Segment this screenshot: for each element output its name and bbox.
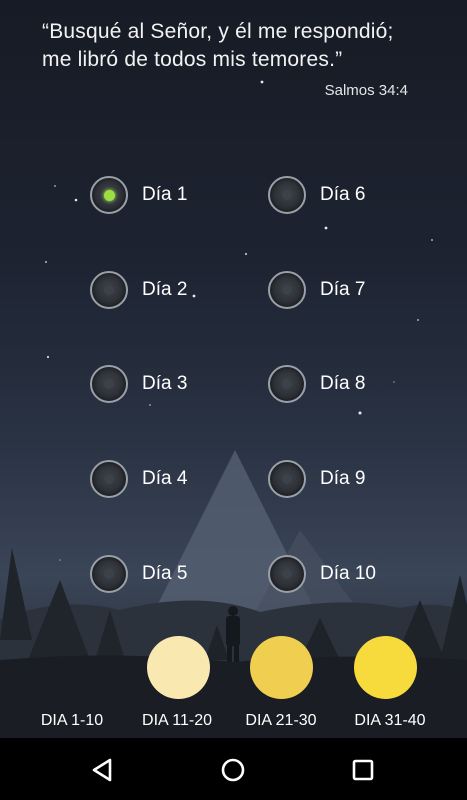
home-icon[interactable] — [216, 753, 250, 787]
radio-dot-icon — [104, 285, 114, 295]
phase-31-40-label[interactable]: DIA 31-40 — [335, 712, 445, 730]
radio-button[interactable] — [268, 176, 306, 214]
day-10-option[interactable]: Día 10 — [268, 552, 376, 596]
phase-1-10-label[interactable]: DIA 1-10 — [17, 712, 127, 730]
day-label: Día 5 — [142, 563, 188, 584]
radio-button[interactable] — [90, 176, 128, 214]
radio-button[interactable] — [90, 271, 128, 309]
radio-button[interactable] — [90, 555, 128, 593]
verse-text: “Busqué al Señor, y él me respondió; me … — [42, 18, 442, 74]
radio-button[interactable] — [268, 271, 306, 309]
radio-button[interactable] — [90, 460, 128, 498]
recents-icon[interactable] — [346, 753, 380, 787]
radio-dot-icon — [282, 474, 292, 484]
phase-11-20-label[interactable]: DIA 11-20 — [122, 712, 232, 730]
phase-31-40-button[interactable] — [354, 636, 417, 699]
day-3-option[interactable]: Día 3 — [90, 362, 187, 406]
radio-button[interactable] — [268, 365, 306, 403]
day-label: Día 10 — [320, 563, 376, 584]
day-label: Día 1 — [142, 184, 188, 205]
radio-button[interactable] — [268, 555, 306, 593]
day-5-option[interactable]: Día 5 — [90, 552, 187, 596]
day-6-option[interactable]: Día 6 — [268, 173, 365, 217]
radio-dot-icon — [104, 379, 114, 389]
day-label: Día 7 — [320, 279, 366, 300]
verse-reference: Salmos 34:4 — [324, 82, 408, 99]
day-9-option[interactable]: Día 9 — [268, 457, 365, 501]
day-2-option[interactable]: Día 2 — [90, 268, 187, 312]
day-label: Día 9 — [320, 468, 366, 489]
day-7-option[interactable]: Día 7 — [268, 268, 365, 312]
day-label: Día 6 — [320, 184, 366, 205]
app-screen: “Busqué al Señor, y él me respondió; me … — [0, 0, 467, 738]
radio-dot-icon — [282, 569, 292, 579]
day-label: Día 8 — [320, 373, 366, 394]
back-icon[interactable] — [86, 753, 120, 787]
radio-button[interactable] — [90, 365, 128, 403]
phase-11-20-button[interactable] — [147, 636, 210, 699]
radio-dot-icon — [282, 190, 292, 200]
radio-button[interactable] — [268, 460, 306, 498]
verse-line-2: me libró de todos mis temores.” — [42, 48, 343, 71]
radio-dot-icon — [104, 569, 114, 579]
day-label: Día 4 — [142, 468, 188, 489]
radio-dot-icon — [103, 189, 115, 201]
day-1-option[interactable]: Día 1 — [90, 173, 187, 217]
system-navigation-bar — [0, 738, 467, 800]
verse-line-1: “Busqué al Señor, y él me respondió; — [42, 20, 394, 43]
phase-21-30-label[interactable]: DIA 21-30 — [226, 712, 336, 730]
day-4-option[interactable]: Día 4 — [90, 457, 187, 501]
radio-dot-icon — [282, 285, 292, 295]
phase-21-30-button[interactable] — [250, 636, 313, 699]
day-label: Día 2 — [142, 279, 188, 300]
day-8-option[interactable]: Día 8 — [268, 362, 365, 406]
day-label: Día 3 — [142, 373, 188, 394]
radio-dot-icon — [282, 379, 292, 389]
radio-dot-icon — [104, 474, 114, 484]
tree — [0, 548, 32, 640]
night-sky-background — [0, 80, 467, 738]
